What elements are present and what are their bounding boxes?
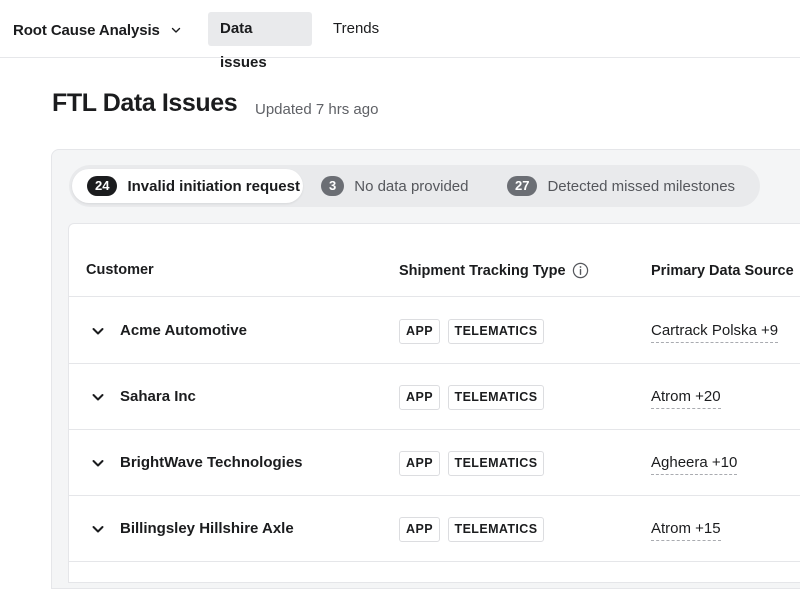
primary-data-source[interactable]: Atrom +15 bbox=[651, 520, 721, 541]
customer-name: Acme Automotive bbox=[120, 322, 247, 339]
app-switcher[interactable]: Root Cause Analysis bbox=[13, 19, 182, 41]
filter-label: Detected missed milestones bbox=[547, 178, 735, 195]
table-row[interactable]: Acme Automotive APP TELEMATICS Cartrack … bbox=[69, 298, 800, 364]
chevron-down-icon[interactable] bbox=[91, 324, 105, 338]
column-header-label: Customer bbox=[86, 262, 154, 278]
app-switcher-label: Root Cause Analysis bbox=[13, 22, 160, 39]
filter-no-data-provided[interactable]: 3 No data provided bbox=[321, 169, 491, 203]
updated-timestamp: Updated 7 hrs ago bbox=[255, 101, 378, 118]
top-nav: Root Cause Analysis Data issues Trends bbox=[0, 0, 800, 58]
filter-label: No data provided bbox=[354, 178, 468, 195]
column-header-customer[interactable]: Customer bbox=[86, 262, 154, 278]
tracking-type-tag: APP bbox=[399, 451, 440, 476]
tab-trends[interactable]: Trends bbox=[321, 12, 391, 46]
page-title: FTL Data Issues bbox=[52, 89, 237, 118]
table-row[interactable]: BrightWave Technologies APP TELEMATICS A… bbox=[69, 430, 800, 496]
filter-invalid-initiation[interactable]: 24 Invalid initiation request bbox=[72, 169, 303, 203]
chevron-down-icon bbox=[170, 24, 182, 36]
primary-data-source[interactable]: Agheera +10 bbox=[651, 454, 737, 475]
tracking-type-tag: TELEMATICS bbox=[448, 517, 544, 542]
table-row[interactable]: Sahara Inc APP TELEMATICS Atrom +20 bbox=[69, 364, 800, 430]
chevron-down-icon[interactable] bbox=[91, 390, 105, 404]
customer-name: Sahara Inc bbox=[120, 388, 196, 405]
customer-name: BrightWave Technologies bbox=[120, 454, 303, 471]
chevron-down-icon[interactable] bbox=[91, 456, 105, 470]
count-badge: 3 bbox=[321, 176, 344, 196]
info-icon[interactable] bbox=[572, 262, 589, 279]
column-header-label: Shipment Tracking Type bbox=[399, 263, 566, 279]
primary-data-source[interactable]: Atrom +20 bbox=[651, 388, 721, 409]
filter-missed-milestones[interactable]: 27 Detected missed milestones bbox=[507, 169, 757, 203]
issues-table: Customer Shipment Tracking Type Primary … bbox=[68, 223, 800, 583]
customer-name: Billingsley Hillshire Axle bbox=[120, 520, 294, 537]
chevron-down-icon[interactable] bbox=[91, 522, 105, 536]
column-header-label: Primary Data Source bbox=[651, 263, 794, 279]
tracking-type-tag: APP bbox=[399, 319, 440, 344]
count-badge: 24 bbox=[87, 176, 117, 196]
count-badge: 27 bbox=[507, 176, 537, 196]
tracking-type-tag: APP bbox=[399, 517, 440, 542]
primary-data-source[interactable]: Cartrack Polska +9 bbox=[651, 322, 778, 343]
tab-data-issues[interactable]: Data issues bbox=[208, 12, 312, 46]
column-header-tracking-type[interactable]: Shipment Tracking Type bbox=[399, 262, 589, 279]
tracking-type-tag: APP bbox=[399, 385, 440, 410]
table-row[interactable]: Billingsley Hillshire Axle APP TELEMATIC… bbox=[69, 496, 800, 562]
tracking-type-tag: TELEMATICS bbox=[448, 319, 544, 344]
issue-type-filter: 24 Invalid initiation request 3 No data … bbox=[69, 165, 760, 207]
column-header-primary-source[interactable]: Primary Data Source bbox=[651, 262, 800, 279]
filter-label: Invalid initiation request bbox=[127, 178, 300, 195]
tracking-type-tag: TELEMATICS bbox=[448, 385, 544, 410]
table-header: Customer Shipment Tracking Type Primary … bbox=[69, 224, 800, 297]
tracking-type-tag: TELEMATICS bbox=[448, 451, 544, 476]
